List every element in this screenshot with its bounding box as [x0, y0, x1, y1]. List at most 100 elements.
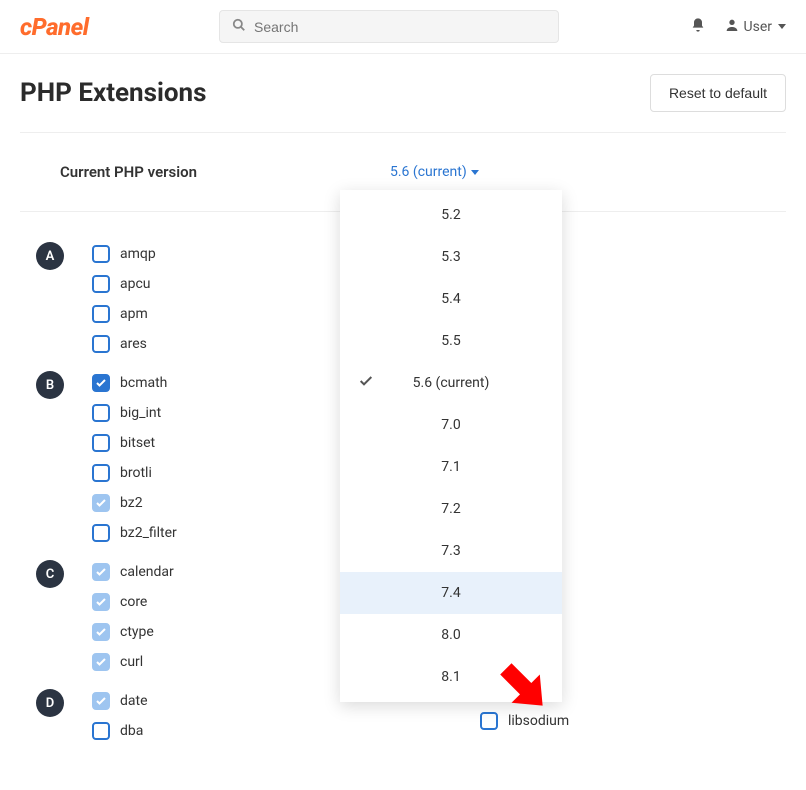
extension-item: curl	[92, 653, 174, 671]
dropdown-item[interactable]: 7.1	[340, 446, 562, 488]
letter-badge: A	[36, 242, 64, 270]
header-right: User	[690, 17, 786, 37]
letter-badge: C	[36, 560, 64, 588]
dropdown-item[interactable]: 5.5	[340, 320, 562, 362]
extension-checkbox[interactable]	[92, 524, 110, 542]
extension-label[interactable]: big_int	[120, 405, 161, 421]
cpanel-logo: cPanel	[20, 13, 88, 41]
extension-item: calendar	[92, 563, 174, 581]
version-select[interactable]: 5.6 (current) 5.25.35.45.55.6 (current)7…	[390, 164, 479, 180]
extension-checkbox[interactable]	[92, 563, 110, 581]
extension-list: bcmath big_intbitset brotli bz2 bz2_filter	[92, 374, 177, 542]
divider	[20, 132, 786, 133]
version-row: Current PHP version 5.6 (current) 5.25.3…	[0, 143, 806, 201]
extension-label[interactable]: date	[120, 693, 148, 709]
dropdown-item[interactable]: 8.1	[340, 656, 562, 698]
extension-label[interactable]: ctype	[120, 624, 154, 640]
dropdown-item[interactable]: 7.0	[340, 404, 562, 446]
extension-item: brotli	[92, 464, 177, 482]
extension-item: ctype	[92, 623, 174, 641]
extension-label[interactable]: apcu	[120, 276, 151, 292]
dropdown-item-label: 5.4	[441, 291, 460, 307]
extension-checkbox[interactable]	[92, 653, 110, 671]
extension-checkbox[interactable]	[92, 245, 110, 263]
extension-checkbox[interactable]	[92, 494, 110, 512]
search-box[interactable]	[219, 10, 559, 43]
user-label: User	[744, 19, 772, 35]
bell-icon[interactable]	[690, 17, 706, 37]
user-icon	[724, 17, 740, 37]
dropdown-item[interactable]: 5.6 (current)	[340, 362, 562, 404]
extension-label[interactable]: dba	[120, 723, 143, 739]
version-selected-text: 5.6 (current)	[390, 164, 467, 180]
extension-checkbox[interactable]	[92, 434, 110, 452]
extension-item: apcu	[92, 275, 156, 293]
extension-item: big_int	[92, 404, 177, 422]
extension-checkbox[interactable]	[92, 335, 110, 353]
extension-checkbox[interactable]	[92, 692, 110, 710]
extension-list: calendar core ctype curl	[92, 563, 174, 671]
extension-checkbox[interactable]	[92, 722, 110, 740]
dropdown-item-label: 5.5	[441, 333, 460, 349]
extension-item: bz2	[92, 494, 177, 512]
extension-checkbox[interactable]	[92, 623, 110, 641]
dropdown-item[interactable]: 5.2	[340, 194, 562, 236]
extension-item: bcmath	[92, 374, 177, 392]
extension-checkbox[interactable]	[92, 374, 110, 392]
extension-list: date dba	[92, 692, 148, 740]
extension-label[interactable]: libsodium	[508, 713, 569, 729]
extension-list: amqp apcu apm ares	[92, 245, 156, 353]
extension-item: dba	[92, 722, 148, 740]
dropdown-item-label: 7.2	[441, 501, 460, 517]
version-label: Current PHP version	[60, 163, 390, 181]
extension-label[interactable]: bz2_filter	[120, 525, 177, 541]
extension-item: bitset	[92, 434, 177, 452]
extension-checkbox[interactable]	[92, 404, 110, 422]
extension-item: bz2_filter	[92, 524, 177, 542]
extension-item: date	[92, 692, 148, 710]
extension-label[interactable]: calendar	[120, 564, 174, 580]
title-row: PHP Extensions Reset to default	[0, 54, 806, 122]
dropdown-item[interactable]: 7.3	[340, 530, 562, 572]
extension-label[interactable]: curl	[120, 654, 143, 670]
extension-checkbox[interactable]	[92, 275, 110, 293]
extension-label[interactable]: bcmath	[120, 375, 167, 391]
dropdown-item-label: 5.6 (current)	[413, 375, 490, 391]
extension-label[interactable]: bz2	[120, 495, 143, 511]
extension-item: amqp	[92, 245, 156, 263]
search-input[interactable]	[254, 19, 546, 35]
user-menu[interactable]: User	[724, 17, 786, 37]
dropdown-item[interactable]: 7.2	[340, 488, 562, 530]
dropdown-item[interactable]: 5.4	[340, 278, 562, 320]
extension-label[interactable]: brotli	[120, 465, 152, 481]
extension-checkbox[interactable]	[92, 593, 110, 611]
letter-badge: D	[36, 689, 64, 717]
caret-down-icon	[471, 170, 479, 175]
extension-item: core	[92, 593, 174, 611]
search-wrap	[88, 10, 689, 43]
dropdown-item-label: 5.3	[441, 249, 460, 265]
extension-label[interactable]: bitset	[120, 435, 155, 451]
extension-checkbox[interactable]	[480, 712, 498, 730]
dropdown-item-label: 7.0	[441, 417, 460, 433]
letter-badge: B	[36, 371, 64, 399]
version-dropdown: 5.2 5.3 5.4 5.5 5.6 (current) 7.0 7.1 7.2 7.3 7.4…	[340, 190, 562, 702]
caret-down-icon	[778, 24, 786, 29]
extension-label[interactable]: apm	[120, 306, 148, 322]
check-icon	[358, 373, 374, 393]
dropdown-item-label: 5.2	[441, 207, 460, 223]
page-title: PHP Extensions	[20, 78, 206, 108]
extension-item: apm	[92, 305, 156, 323]
header-bar: cPanel User	[0, 0, 806, 54]
dropdown-item[interactable]: 8.0	[340, 614, 562, 656]
extension-label[interactable]: core	[120, 594, 147, 610]
reset-to-default-button[interactable]: Reset to default	[650, 74, 786, 112]
dropdown-item[interactable]: 5.3	[340, 236, 562, 278]
extension-label[interactable]: ares	[120, 336, 147, 352]
dropdown-item-label: 7.4	[441, 585, 460, 601]
dropdown-item[interactable]: 7.4	[340, 572, 562, 614]
extension-checkbox[interactable]	[92, 305, 110, 323]
extension-label[interactable]: amqp	[120, 246, 156, 262]
extension-checkbox[interactable]	[92, 464, 110, 482]
dropdown-item-label: 8.0	[441, 627, 460, 643]
